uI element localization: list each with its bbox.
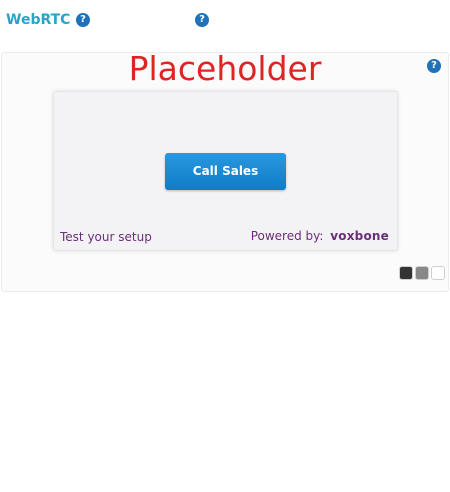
page-title: WebRTC: [6, 12, 71, 28]
brand-logo: voxbone: [330, 229, 389, 243]
header: WebRTC ? ?: [6, 10, 446, 32]
swatch-dark[interactable]: [399, 266, 413, 280]
help-icon[interactable]: ?: [195, 13, 209, 27]
help-icon[interactable]: ?: [76, 13, 90, 27]
placeholder-title: Placeholder: [128, 49, 322, 88]
test-setup-link[interactable]: Test your setup: [60, 230, 152, 244]
call-sales-button[interactable]: Call Sales: [165, 153, 286, 190]
powered-by-label: Powered by:: [250, 229, 324, 243]
swatch-gray[interactable]: [415, 266, 429, 280]
call-widget: Call Sales Test your setup Powered by: v…: [53, 91, 398, 251]
swatch-light[interactable]: [431, 266, 445, 280]
powered-by: Powered by: voxbone: [251, 229, 389, 243]
preview-panel: Placeholder ? Call Sales Test your setup…: [1, 49, 449, 292]
help-icon[interactable]: ?: [427, 59, 441, 73]
